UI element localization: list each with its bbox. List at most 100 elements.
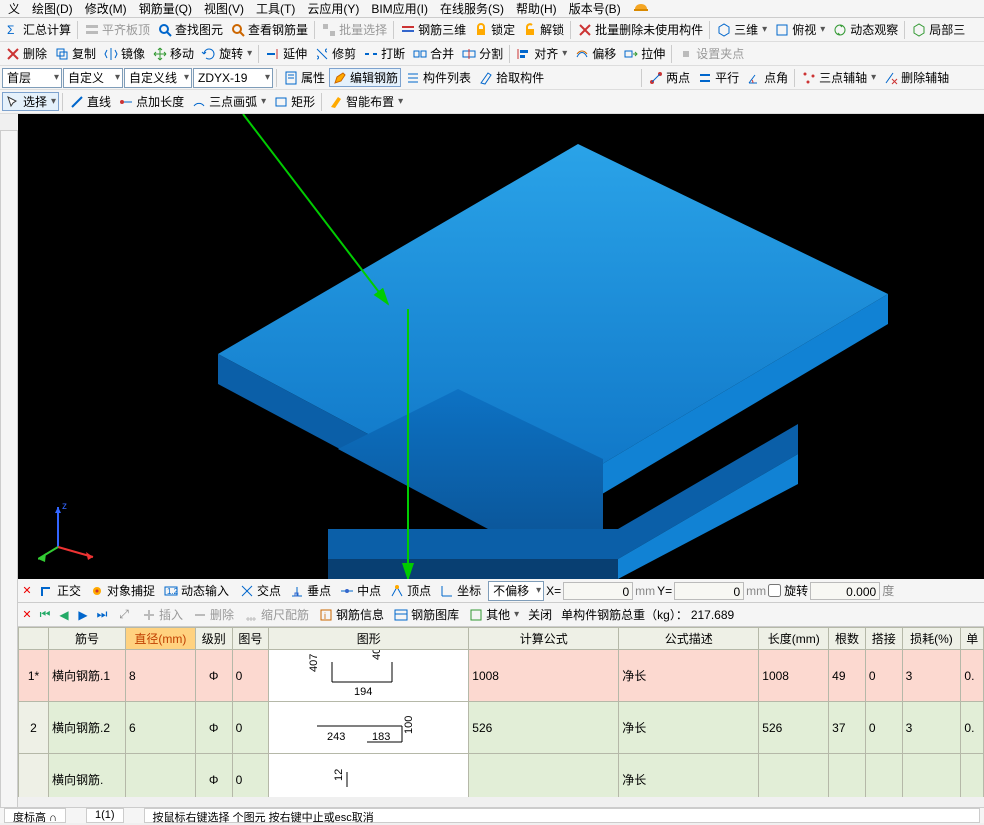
close-icon[interactable]: ✕ bbox=[20, 584, 34, 597]
cell-len[interactable]: 526 bbox=[759, 702, 829, 754]
lock-button[interactable]: 锁定 bbox=[470, 20, 518, 39]
delete-row-button[interactable]: 删除 bbox=[189, 605, 237, 624]
summary-calc-button[interactable]: Σ汇总计算 bbox=[2, 20, 74, 39]
point-add-length-button[interactable]: 点加长度 bbox=[115, 92, 187, 111]
find-element-button[interactable]: 查找图元 bbox=[154, 20, 226, 39]
cell-desc[interactable]: 净长 bbox=[619, 754, 759, 798]
cell-dia[interactable]: 6 bbox=[125, 702, 195, 754]
rebar-3d-button[interactable]: 钢筋三维 bbox=[397, 20, 469, 39]
cell-qty[interactable] bbox=[829, 754, 866, 798]
cell-formula[interactable]: 1008 bbox=[469, 650, 619, 702]
cell-shapeno[interactable]: 0 bbox=[232, 650, 269, 702]
cell-name[interactable]: 横向钢筋.2 bbox=[49, 702, 126, 754]
rotate-button[interactable]: 旋转▾ bbox=[198, 44, 255, 63]
cell-grade[interactable]: Φ bbox=[195, 754, 232, 798]
table-row[interactable]: 2 横向钢筋.2 6 Φ 0 243183100 526 净长 526 37 0… bbox=[19, 702, 984, 754]
type-combo[interactable]: 自定义线 bbox=[124, 68, 192, 88]
two-point-button[interactable]: 两点 bbox=[645, 68, 693, 87]
nav-first-icon[interactable]: ⏮ bbox=[37, 607, 53, 623]
col-qty[interactable]: 根数 bbox=[829, 628, 866, 650]
nav-prev-icon[interactable]: ◀ bbox=[56, 607, 72, 623]
set-snap-button[interactable]: 设置夹点 bbox=[675, 44, 747, 63]
cell-qty[interactable]: 37 bbox=[829, 702, 866, 754]
offset-mode-combo[interactable]: 不偏移 bbox=[488, 581, 544, 601]
offset-button[interactable]: 偏移 bbox=[571, 44, 619, 63]
object-snap-button[interactable]: 对象捕捉 bbox=[86, 581, 158, 600]
component-list-button[interactable]: 构件列表 bbox=[402, 68, 474, 87]
col-single[interactable]: 单 bbox=[961, 628, 984, 650]
3d-view-button[interactable]: 三维▾ bbox=[713, 20, 770, 39]
other-menu-button[interactable]: 其他▾ bbox=[465, 605, 522, 624]
col-formula[interactable]: 计算公式 bbox=[469, 628, 619, 650]
batch-delete-button[interactable]: 批量删除未使用构件 bbox=[574, 20, 706, 39]
cell-desc[interactable]: 净长 bbox=[619, 650, 759, 702]
extend-button[interactable]: 延伸 bbox=[262, 44, 310, 63]
x-input[interactable]: 0 bbox=[563, 582, 633, 600]
cell-single[interactable]: 0. bbox=[961, 702, 984, 754]
view-rebar-qty-button[interactable]: 查看钢筋量 bbox=[227, 20, 311, 39]
3d-viewport[interactable]: z bbox=[18, 114, 984, 579]
table-row[interactable]: 1* 横向钢筋.1 8 Φ 0 407194407 1008 净长 1008 4… bbox=[19, 650, 984, 702]
nav-last-icon[interactable]: ⏭ bbox=[94, 607, 110, 623]
cell-shape[interactable]: 243183100 bbox=[269, 702, 469, 754]
menu-item[interactable]: 绘图(D) bbox=[26, 0, 79, 17]
rebar-grid[interactable]: 筋号 直径(mm) 级别 图号 图形 计算公式 公式描述 长度(mm) 根数 搭… bbox=[18, 627, 984, 797]
col-shape-no[interactable]: 图号 bbox=[232, 628, 269, 650]
copy-button[interactable]: 复制 bbox=[51, 44, 99, 63]
top-view-button[interactable]: 俯视▾ bbox=[771, 20, 828, 39]
line-button[interactable]: 直线 bbox=[66, 92, 114, 111]
align-button[interactable]: 对齐▾ bbox=[513, 44, 570, 63]
table-row[interactable]: 横向钢筋. Φ 0 123 净长 bbox=[19, 754, 984, 798]
cell-loss[interactable]: 3 bbox=[902, 702, 961, 754]
cell-lap[interactable] bbox=[865, 754, 902, 798]
cell-lap[interactable]: 0 bbox=[865, 650, 902, 702]
split-button[interactable]: 分割 bbox=[458, 44, 506, 63]
cell-dia[interactable]: 8 bbox=[125, 650, 195, 702]
three-point-arc-button[interactable]: 三点画弧▾ bbox=[188, 92, 269, 111]
pick-component-button[interactable]: 拾取构件 bbox=[475, 68, 547, 87]
nav-next-icon[interactable]: ▶ bbox=[75, 607, 91, 623]
col-name[interactable]: 筋号 bbox=[49, 628, 126, 650]
col-desc[interactable]: 公式描述 bbox=[619, 628, 759, 650]
batch-select-button[interactable]: 批量选择 bbox=[318, 20, 390, 39]
break-button[interactable]: 打断 bbox=[360, 44, 408, 63]
smart-layout-button[interactable]: 智能布置▾ bbox=[325, 92, 406, 111]
col-diameter[interactable]: 直径(mm) bbox=[125, 628, 195, 650]
cell-dia[interactable] bbox=[125, 754, 195, 798]
cell-formula[interactable]: 526 bbox=[469, 702, 619, 754]
menu-item[interactable]: BIM应用(I) bbox=[365, 0, 434, 17]
parallel-button[interactable]: 平行 bbox=[694, 68, 742, 87]
menu-item[interactable]: 版本号(B) bbox=[563, 0, 627, 17]
collapsed-panel[interactable] bbox=[0, 130, 18, 823]
col-lap[interactable]: 搭接 bbox=[865, 628, 902, 650]
move-button[interactable]: 移动 bbox=[149, 44, 197, 63]
menu-item[interactable]: 义 bbox=[2, 0, 26, 17]
cell-desc[interactable]: 净长 bbox=[619, 702, 759, 754]
cell-shape[interactable]: 407194407 bbox=[269, 650, 469, 702]
col-length[interactable]: 长度(mm) bbox=[759, 628, 829, 650]
y-input[interactable]: 0 bbox=[674, 582, 744, 600]
category-combo[interactable]: 自定义 bbox=[63, 68, 123, 88]
cell-shapeno[interactable]: 0 bbox=[232, 754, 269, 798]
component-combo[interactable]: ZDYX-19 bbox=[193, 68, 273, 88]
cell-qty[interactable]: 49 bbox=[829, 650, 866, 702]
menu-item[interactable]: 钢筋量(Q) bbox=[133, 0, 198, 17]
select-button[interactable]: 选择▾ bbox=[2, 92, 59, 111]
menu-item[interactable]: 视图(V) bbox=[198, 0, 250, 17]
intersection-button[interactable]: 交点 bbox=[236, 581, 284, 600]
rebar-info-button[interactable]: i钢筋信息 bbox=[315, 605, 387, 624]
rebar-library-button[interactable]: 钢筋图库 bbox=[390, 605, 462, 624]
cell-grade[interactable]: Φ bbox=[195, 650, 232, 702]
cell-name[interactable]: 横向钢筋. bbox=[49, 754, 126, 798]
unlock-button[interactable]: 解锁 bbox=[519, 20, 567, 39]
menu-item[interactable]: 工具(T) bbox=[250, 0, 301, 17]
trim-button[interactable]: 修剪 bbox=[311, 44, 359, 63]
stretch-button[interactable]: 拉伸 bbox=[620, 44, 668, 63]
cell-len[interactable] bbox=[759, 754, 829, 798]
angle-input[interactable]: 0.000 bbox=[810, 582, 880, 600]
delete-aux-button[interactable]: 删除辅轴 bbox=[880, 68, 952, 87]
cell-grade[interactable]: Φ bbox=[195, 702, 232, 754]
cell-single[interactable]: 0. bbox=[961, 650, 984, 702]
close-icon[interactable]: ✕ bbox=[20, 608, 34, 621]
dynamic-view-button[interactable]: 动态观察 bbox=[829, 20, 901, 39]
